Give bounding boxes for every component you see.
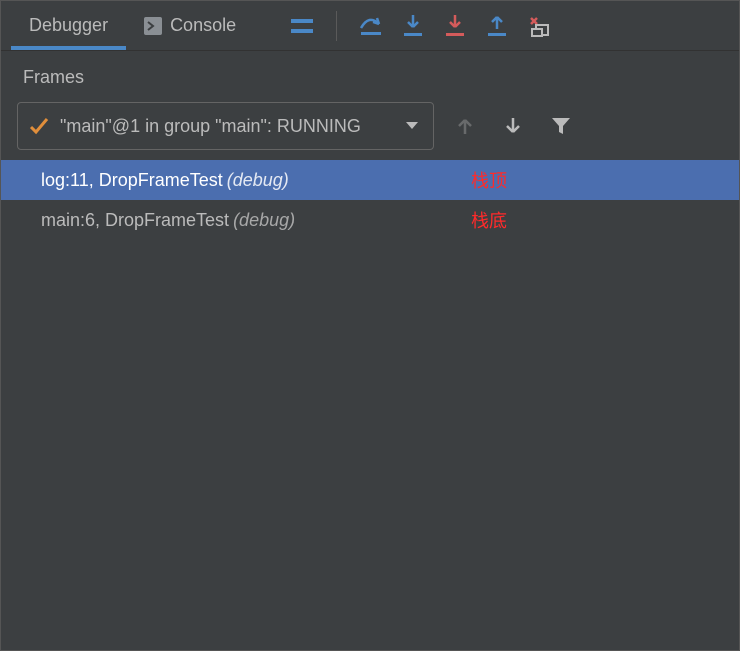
terminal-icon bbox=[144, 17, 162, 35]
frame-annotation: 栈底 bbox=[471, 207, 507, 233]
thread-row: "main"@1 in group "main": RUNNING bbox=[1, 102, 739, 160]
layout-icon[interactable] bbox=[284, 8, 320, 44]
tab-debugger[interactable]: Debugger bbox=[11, 1, 126, 50]
frame-text: main:6, DropFrameTest bbox=[41, 210, 229, 231]
step-out-icon[interactable] bbox=[479, 8, 515, 44]
frame-hint: (debug) bbox=[233, 210, 295, 231]
tab-debugger-label: Debugger bbox=[29, 15, 108, 36]
next-frame-arrow[interactable] bbox=[496, 109, 530, 143]
chevron-down-icon bbox=[405, 121, 419, 131]
step-into-icon[interactable] bbox=[395, 8, 431, 44]
check-icon bbox=[28, 115, 50, 137]
tab-bar: Debugger Console bbox=[1, 1, 739, 51]
step-over-icon[interactable] bbox=[353, 8, 389, 44]
thread-text: "main"@1 in group "main": RUNNING bbox=[60, 116, 361, 137]
force-step-into-icon[interactable] bbox=[437, 8, 473, 44]
thread-selector[interactable]: "main"@1 in group "main": RUNNING bbox=[17, 102, 434, 150]
prev-frame-arrow bbox=[448, 109, 482, 143]
tab-console-label: Console bbox=[170, 15, 236, 36]
debug-panel: Debugger Console bbox=[0, 0, 740, 651]
frame-row[interactable]: log:11, DropFrameTest (debug) 栈顶 bbox=[1, 160, 739, 200]
frame-text: log:11, DropFrameTest bbox=[41, 170, 223, 191]
frame-list: log:11, DropFrameTest (debug) 栈顶 main:6,… bbox=[1, 160, 739, 650]
frame-annotation: 栈顶 bbox=[471, 167, 507, 193]
drop-frame-icon[interactable] bbox=[521, 8, 557, 44]
frame-hint: (debug) bbox=[227, 170, 289, 191]
frames-label: Frames bbox=[1, 51, 739, 102]
separator bbox=[336, 11, 337, 41]
toolbar bbox=[284, 1, 557, 50]
frame-row[interactable]: main:6, DropFrameTest (debug) 栈底 bbox=[1, 200, 739, 240]
filter-icon[interactable] bbox=[544, 109, 578, 143]
tab-console[interactable]: Console bbox=[126, 1, 254, 50]
